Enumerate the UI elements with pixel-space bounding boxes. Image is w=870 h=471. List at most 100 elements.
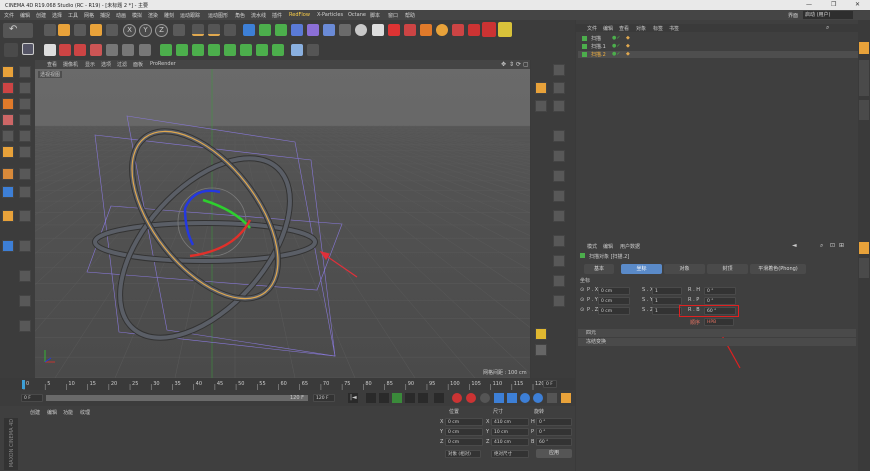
om-menu-edit[interactable]: 编辑	[603, 25, 613, 32]
section-quaternion[interactable]: 四元	[578, 329, 856, 337]
edges-mode-icon[interactable]	[2, 98, 14, 110]
spline-arc-icon[interactable]	[224, 44, 236, 56]
cloner-icon[interactable]	[291, 24, 303, 36]
coordinate-system-icon[interactable]	[173, 24, 185, 36]
cube-icon[interactable]	[243, 24, 255, 36]
coord-size-z[interactable]: 410 cm	[491, 438, 529, 446]
section-freeze[interactable]: 冻结变换	[578, 338, 856, 346]
scale-z-field[interactable]: 1	[652, 307, 682, 315]
quantize-icon[interactable]	[19, 146, 31, 158]
tab-phong[interactable]: 平滑着色(Phong)	[750, 264, 806, 274]
viewport-maximize-icon[interactable]: ▢	[523, 61, 529, 68]
tag-icon[interactable]: ◆	[626, 43, 630, 49]
om-menu-objects[interactable]: 对象	[636, 25, 646, 32]
end-frame-field[interactable]: 120 F	[313, 394, 335, 402]
spline-text-icon[interactable]	[208, 44, 220, 56]
python-icon[interactable]	[291, 44, 303, 56]
visibility-icon[interactable]: ●✓	[612, 43, 621, 49]
mat-menu-edit[interactable]: 编辑	[47, 409, 57, 416]
menu-window[interactable]: 窗口	[388, 12, 398, 19]
visibility-icon[interactable]: ●✓	[612, 51, 621, 57]
anim-dot-icon[interactable]: ⊙	[580, 297, 584, 303]
sky-icon[interactable]	[19, 295, 31, 307]
render-view-icon[interactable]	[192, 24, 204, 36]
spline-sweep-icon[interactable]	[553, 100, 565, 112]
next-key-icon[interactable]	[418, 393, 428, 403]
menu-script[interactable]: 脚本	[370, 12, 380, 19]
locked-workplane-icon[interactable]	[19, 130, 31, 142]
tab-caps[interactable]: 封顶	[707, 264, 748, 274]
coord-pos-x[interactable]: 0 cm	[445, 418, 483, 426]
taper-deformer-icon[interactable]	[553, 210, 565, 222]
measure-icon[interactable]	[59, 44, 71, 56]
xp-emitter-icon[interactable]	[388, 24, 400, 36]
am-menu-userdata[interactable]: 用户数据	[620, 243, 640, 250]
back-arrow-icon[interactable]: ◄	[792, 242, 797, 249]
subdivision-icon[interactable]	[275, 24, 287, 36]
spline-extrude-icon[interactable]	[553, 130, 565, 142]
menu-animate[interactable]: 动画	[116, 12, 126, 19]
settings-gear-icon[interactable]	[535, 344, 547, 356]
menu-create[interactable]: 创建	[36, 12, 46, 19]
om-menu-view[interactable]: 查看	[619, 25, 629, 32]
recent-tool-icon[interactable]	[106, 24, 118, 36]
lock-icon[interactable]: ⊡	[830, 242, 835, 249]
timeline-window-icon[interactable]	[561, 393, 571, 403]
tab-content-browser[interactable]	[859, 60, 869, 96]
record-icon[interactable]	[452, 393, 462, 403]
tab-basic[interactable]: 基本	[584, 264, 614, 274]
close-icon[interactable]: ✕	[855, 1, 860, 8]
pos-y-field[interactable]: 0 cm	[598, 297, 630, 305]
tab-objects[interactable]	[859, 42, 869, 54]
menu-mograph[interactable]: 运动图形	[208, 12, 228, 19]
menu-render[interactable]: 渲染	[148, 12, 158, 19]
am-menu-edit[interactable]: 编辑	[603, 243, 613, 250]
om-menu-file[interactable]: 文件	[587, 25, 597, 32]
render-settings-icon[interactable]	[224, 24, 236, 36]
key-pla-icon[interactable]	[547, 393, 557, 403]
camera-lister-icon[interactable]	[19, 270, 31, 282]
coord-rot-b[interactable]: 60 °	[536, 438, 572, 446]
bridge-icon[interactable]	[139, 44, 151, 56]
undo-button[interactable]: ↶	[3, 23, 33, 38]
tab-structure[interactable]	[859, 100, 869, 120]
menu-sculpt[interactable]: 雕刻	[164, 12, 174, 19]
bevel-icon[interactable]	[122, 44, 134, 56]
spline-lathe-icon[interactable]	[553, 150, 565, 162]
mat-menu-create[interactable]: 创建	[30, 409, 40, 416]
key-rotation-icon[interactable]	[520, 393, 530, 403]
spline-gear-icon[interactable]	[272, 44, 284, 56]
x-axis-lock-icon[interactable]: X	[123, 24, 136, 37]
loop-cut-icon[interactable]	[106, 44, 118, 56]
coord-rot-p[interactable]: 0 °	[536, 428, 572, 436]
menu-plugins[interactable]: 插件	[272, 12, 282, 19]
polygons-mode-icon[interactable]	[2, 114, 14, 126]
dolly-icon[interactable]: ⇕	[509, 61, 514, 68]
background-icon[interactable]	[19, 320, 31, 332]
pan-icon[interactable]: ✥	[501, 61, 506, 68]
tab-attributes[interactable]	[859, 242, 869, 254]
mat-menu-function[interactable]: 功能	[63, 409, 73, 416]
extrude-icon[interactable]	[90, 44, 102, 56]
coord-size-x[interactable]: 410 cm	[491, 418, 529, 426]
orbit-icon[interactable]: ⟳	[516, 61, 521, 68]
goto-end-icon[interactable]	[434, 393, 444, 403]
points-mode-icon[interactable]	[2, 82, 14, 94]
axis-mode-icon[interactable]	[19, 82, 31, 94]
enable-axis-icon[interactable]	[2, 168, 14, 180]
menu-file[interactable]: 文件	[4, 12, 14, 19]
search-icon[interactable]: ⌕	[820, 242, 823, 250]
xp-cache-icon[interactable]	[468, 24, 480, 36]
spline-rectangle-icon[interactable]	[160, 44, 172, 56]
octane-live-icon[interactable]	[2, 240, 14, 252]
light-icon[interactable]	[355, 24, 367, 36]
minimize-icon[interactable]: —	[806, 1, 812, 8]
vp-menu-cameras[interactable]: 摄像机	[63, 61, 78, 68]
anim-dot-icon[interactable]: ⊙	[580, 307, 584, 313]
y-axis-lock-icon[interactable]: Y	[139, 24, 152, 37]
workplane-icon[interactable]	[19, 114, 31, 126]
spline-mask-icon[interactable]	[553, 64, 565, 76]
prev-key-icon[interactable]	[366, 393, 376, 403]
menu-help[interactable]: 帮助	[405, 12, 415, 19]
tag-icon[interactable]: ◆	[626, 51, 630, 57]
